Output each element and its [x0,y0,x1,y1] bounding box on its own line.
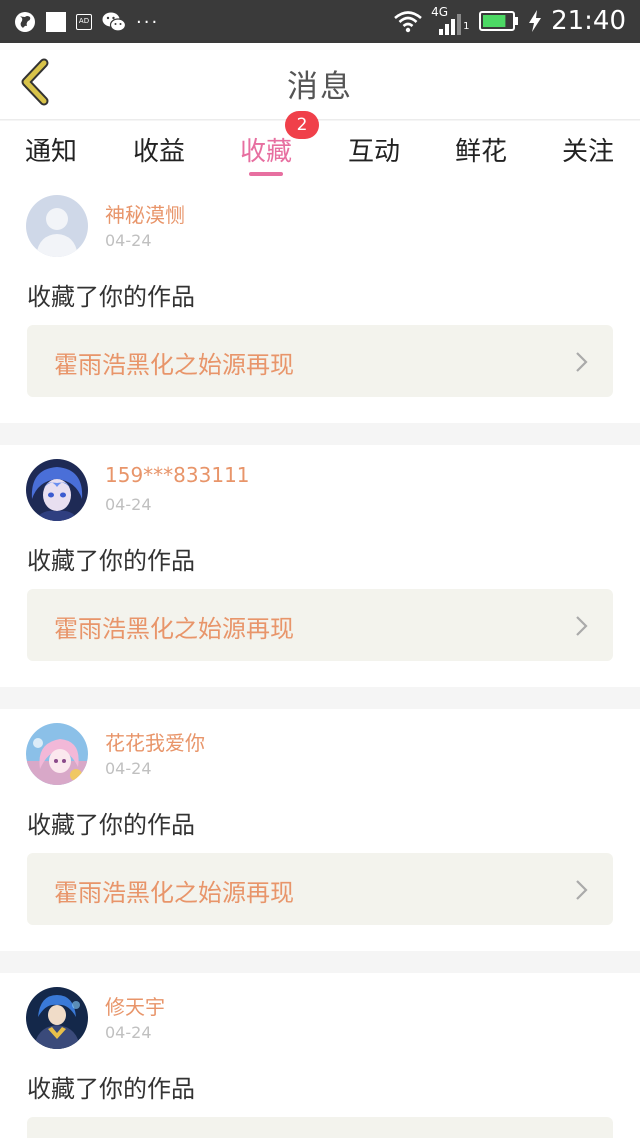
work-title: 霍雨浩黑化之始源再现 [54,615,294,643]
message-card: 神秘漠恻 04-24 收藏了你的作品 霍雨浩黑化之始源再现 [0,181,640,423]
message-card: 159***833111 04-24 收藏了你的作品 霍雨浩黑化之始源再现 [0,445,640,687]
tab-earnings[interactable]: 收益 [133,131,185,168]
message-tabs: 通知 收益 收藏 互动 鲜花 关注 [0,121,640,181]
chevron-right-icon [576,880,588,900]
work-link[interactable] [27,1117,613,1138]
username-link[interactable]: 神秘漠恻 [105,199,185,228]
sim-slot-label: 1 [463,21,470,32]
tab-favorites-badge: 2 [285,111,319,139]
message-date: 04-24 [105,231,152,250]
title-bar: 消息 [0,43,640,120]
tab-interactions[interactable]: 互动 [348,131,400,168]
anime-avatar-pink-hair-icon [26,723,88,785]
wechat-icon [102,12,126,32]
active-tab-indicator [249,172,283,176]
username-link[interactable]: 花花我爱你 [105,727,205,756]
cellular-signal: 4G 1 [431,5,470,35]
globe-icon [15,12,35,32]
chevron-right-icon [576,352,588,372]
avatar[interactable] [26,987,88,1049]
action-text: 收藏了你的作品 [27,1075,195,1103]
username-link[interactable]: 159***833111 [105,463,250,487]
work-link[interactable]: 霍雨浩黑化之始源再现 [27,853,613,925]
battery-icon [479,11,519,31]
message-card: 修天宇 04-24 收藏了你的作品 [0,973,640,1138]
status-bar-right: 4G 1 21:40 [393,5,626,36]
message-card: 花花我爱你 04-24 收藏了你的作品 霍雨浩黑化之始源再现 [0,709,640,951]
more-notifications-indicator: ··· [136,11,160,33]
action-text: 收藏了你的作品 [27,547,195,575]
notification-square-icon [46,12,66,32]
clock: 21:40 [551,6,626,36]
wifi-icon [394,11,422,33]
status-bar-left: AD ··· [14,9,159,35]
tab-favorites[interactable]: 收藏 [240,131,292,168]
action-text: 收藏了你的作品 [27,811,195,839]
status-bar: AD ··· 4G 1 21:40 [0,0,640,43]
tab-notifications[interactable]: 通知 [25,131,77,168]
message-date: 04-24 [105,759,152,778]
anime-avatar-warrior-icon [26,987,88,1049]
action-text: 收藏了你的作品 [27,283,195,311]
avatar[interactable] [26,723,88,785]
username-link[interactable]: 修天宇 [105,991,165,1020]
charging-icon [529,10,542,32]
ad-icon: AD [76,14,92,30]
page-title: 消息 [287,69,353,105]
avatar[interactable] [26,459,88,521]
tab-flowers[interactable]: 鲜花 [455,131,507,168]
default-avatar-icon [26,195,88,257]
tab-follows[interactable]: 关注 [562,131,614,168]
message-date: 04-24 [105,1023,152,1042]
anime-avatar-blue-hair-icon [26,459,88,521]
signal-icon [439,14,462,35]
message-date: 04-24 [105,495,152,514]
chevron-right-icon [576,616,588,636]
work-title: 霍雨浩黑化之始源再现 [54,879,294,907]
work-title: 霍雨浩黑化之始源再现 [54,351,294,379]
work-link[interactable]: 霍雨浩黑化之始源再现 [27,325,613,397]
work-link[interactable]: 霍雨浩黑化之始源再现 [27,589,613,661]
avatar[interactable] [26,195,88,257]
